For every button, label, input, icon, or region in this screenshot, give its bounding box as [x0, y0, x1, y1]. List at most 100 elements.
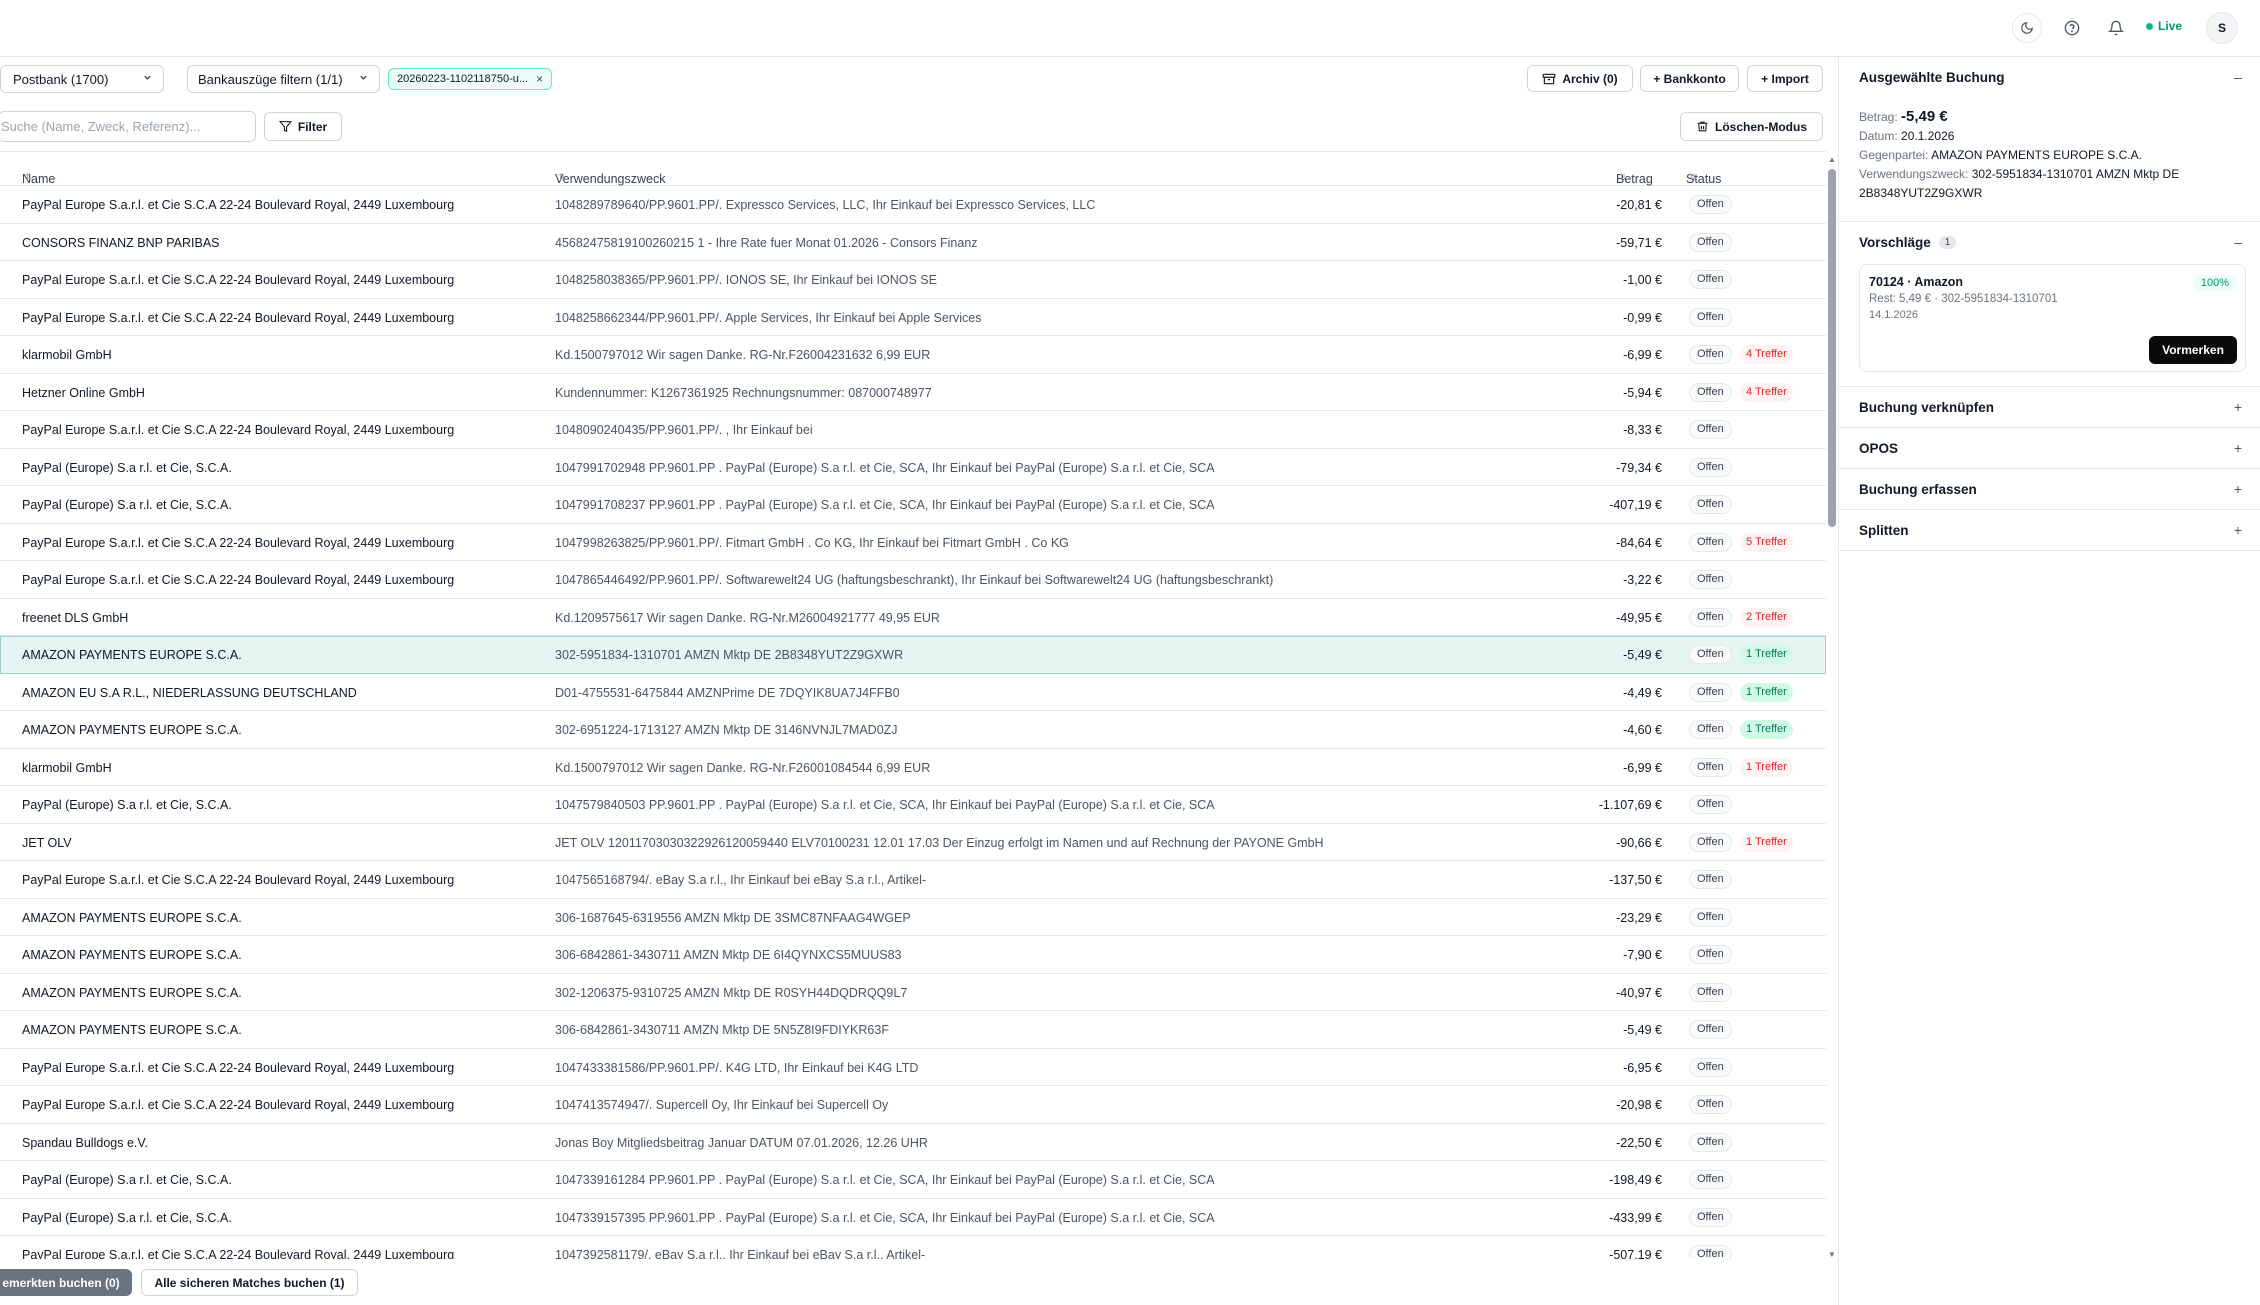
collapse-icon[interactable]: –	[2234, 234, 2242, 250]
moon-icon[interactable]	[2012, 13, 2042, 43]
table-row[interactable]: PayPal Europe S.a.r.l. et Cie S.C.A 22-2…	[0, 1049, 1826, 1086]
suggestions-count-badge: 1	[1938, 235, 1957, 249]
opos-title: OPOS	[1859, 440, 1899, 456]
table-row[interactable]: freenet DLS GmbH Kd.1209575617 Wir sagen …	[0, 599, 1826, 636]
suggestions-header[interactable]: Vorschläge 1 –	[1839, 222, 2260, 262]
table-row[interactable]: klarmobil GmbH Kd.1500797012 Wir sagen Da…	[0, 336, 1826, 374]
scrollbar-thumb[interactable]	[1828, 169, 1836, 527]
scroll-down-icon[interactable]: ▼	[1828, 1250, 1836, 1259]
table-row[interactable]: PayPal Europe S.a.r.l. et Cie S.C.A 22-2…	[0, 561, 1826, 599]
row-name: klarmobil GmbH	[22, 760, 112, 775]
table-row[interactable]: PayPal Europe S.a.r.l. et Cie S.C.A 22-2…	[0, 261, 1826, 299]
create-booking-header[interactable]: Buchung erfassen +	[1839, 469, 2260, 509]
row-name: AMAZON PAYMENTS EUROPE S.C.A.	[22, 948, 242, 962]
table-row[interactable]: PayPal Europe S.a.r.l. et Cie S.C.A 22-2…	[0, 524, 1826, 561]
table-row[interactable]: PayPal (Europe) S.a r.l. et Cie, S.C.A. 1…	[0, 786, 1826, 824]
table-row[interactable]: AMAZON EU S.A R.L., NIEDERLASSUNG DEUTSC…	[0, 674, 1826, 711]
match-count-badge[interactable]: 5 Treffer	[1740, 532, 1793, 552]
table-row[interactable]: PayPal Europe S.a.r.l. et Cie S.C.A 22-2…	[0, 411, 1826, 449]
bell-icon[interactable]	[2101, 13, 2131, 43]
row-amount: -59,71 €	[1616, 235, 1662, 250]
table-row[interactable]: Spandau Bulldogs e.V. Jonas Boy Mitglieds…	[0, 1124, 1826, 1161]
table-row[interactable]: PayPal Europe S.a.r.l. et Cie S.C.A 22-2…	[0, 1236, 1826, 1259]
table-row[interactable]: PayPal (Europe) S.a r.l. et Cie, S.C.A. 1…	[0, 486, 1826, 524]
selected-booking-header[interactable]: Ausgewählte Buchung –	[1839, 57, 2260, 97]
match-count-badge[interactable]: 4 Treffer	[1740, 382, 1793, 402]
archive-button[interactable]: Archiv (0)	[1527, 65, 1633, 92]
opos-section: OPOS +	[1839, 428, 2260, 469]
table-row[interactable]: AMAZON PAYMENTS EUROPE S.C.A. 302-6951224…	[0, 711, 1826, 749]
filter-button[interactable]: Filter	[264, 112, 342, 141]
status-badge: Offen	[1689, 232, 1732, 252]
statement-chip-label: 20260223-1102118750-u...	[397, 73, 529, 85]
top-bar: Live S	[0, 0, 2260, 57]
table-row[interactable]: JET OLV JET OLV 1201170303032292612005944…	[0, 824, 1826, 861]
table-row[interactable]: PayPal (Europe) S.a r.l. et Cie, S.C.A. 1…	[0, 1161, 1826, 1199]
expand-icon[interactable]: +	[2234, 440, 2242, 456]
row-amount: -49,95 €	[1616, 610, 1662, 625]
row-amount: -20,81 €	[1616, 198, 1662, 212]
collapse-icon[interactable]: –	[2234, 69, 2242, 85]
statement-filter-select[interactable]: Bankauszüge filtern (1/1)	[187, 65, 380, 93]
create-booking-title: Buchung erfassen	[1859, 481, 1977, 497]
expand-icon[interactable]: +	[2234, 522, 2242, 538]
status-badge: Offen	[1689, 982, 1732, 1002]
table-row[interactable]: PayPal Europe S.a.r.l. et Cie S.C.A 22-2…	[0, 1086, 1826, 1124]
selected-booking-details: Betrag: -5,49 € Datum: 20.1.2026 Gegenpa…	[1839, 97, 2260, 221]
match-count-badge[interactable]: 1 Treffer	[1740, 682, 1793, 702]
table-row[interactable]: AMAZON PAYMENTS EUROPE S.C.A. 306-6842861…	[0, 1011, 1826, 1049]
detail-sidebar: Ausgewählte Buchung – Betrag: -5,49 € Da…	[1838, 57, 2260, 1305]
opos-header[interactable]: OPOS +	[1839, 428, 2260, 468]
row-purpose: 1047392581179/. eBay S.a r.l., Ihr Einka…	[555, 1248, 926, 1259]
expand-icon[interactable]: +	[2234, 481, 2242, 497]
import-button[interactable]: + Import	[1747, 65, 1823, 92]
table-row[interactable]: AMAZON PAYMENTS EUROPE S.C.A. 302-1206375…	[0, 974, 1826, 1011]
match-count-badge[interactable]: 1 Treffer	[1740, 720, 1793, 739]
row-name: PayPal Europe S.a.r.l. et Cie S.C.A 22-2…	[22, 1248, 455, 1259]
table-row[interactable]: PayPal Europe S.a.r.l. et Cie S.C.A 22-2…	[0, 299, 1826, 336]
split-header[interactable]: Splitten +	[1839, 510, 2260, 550]
table-row[interactable]: PayPal Europe S.a.r.l. et Cie S.C.A 22-2…	[0, 186, 1826, 224]
status-badge: Offen	[1689, 607, 1732, 627]
date-row: Datum: 20.1.2026	[1859, 127, 2240, 146]
scroll-up-icon[interactable]: ▲	[1828, 155, 1836, 164]
delete-mode-button[interactable]: Löschen-Modus	[1680, 112, 1823, 141]
live-label: Live	[2158, 19, 2183, 33]
table-row[interactable]: AMAZON PAYMENTS EUROPE S.C.A. 302-5951834…	[0, 636, 1826, 674]
table-row[interactable]: CONSORS FINANZ BNP PARIBAS 45682475819100…	[0, 224, 1826, 261]
match-count-badge[interactable]: 4 Treffer	[1740, 345, 1793, 364]
book-marked-button[interactable]: emerkten buchen (0)	[0, 1269, 132, 1296]
close-icon[interactable]: ×	[536, 72, 543, 86]
status-badge: Offen	[1689, 645, 1732, 664]
match-count-badge[interactable]: 1 Treffer	[1740, 757, 1793, 777]
search-input[interactable]: Suche (Name, Zweck, Referenz)...	[0, 111, 256, 142]
help-icon[interactable]	[2057, 13, 2087, 43]
match-count-badge[interactable]: 1 Treffer	[1740, 645, 1793, 664]
table-row[interactable]: PayPal Europe S.a.r.l. et Cie S.C.A 22-2…	[0, 861, 1826, 899]
table-row[interactable]: PayPal (Europe) S.a r.l. et Cie, S.C.A. 1…	[0, 1199, 1826, 1236]
row-name: PayPal Europe S.a.r.l. et Cie S.C.A 22-2…	[22, 310, 455, 325]
avatar[interactable]: S	[2206, 12, 2238, 44]
row-name: AMAZON PAYMENTS EUROPE S.C.A.	[22, 1023, 242, 1037]
table-row[interactable]: AMAZON PAYMENTS EUROPE S.C.A. 306-1687645…	[0, 899, 1826, 936]
link-booking-title: Buchung verknüpfen	[1859, 399, 1995, 415]
add-bank-account-button[interactable]: + Bankkonto	[1640, 65, 1739, 92]
table-row[interactable]: AMAZON PAYMENTS EUROPE S.C.A. 306-6842861…	[0, 936, 1826, 974]
table-row[interactable]: Hetzner Online GmbH Kundennummer: K126736…	[0, 374, 1826, 411]
row-name: PayPal (Europe) S.a r.l. et Cie, S.C.A.	[22, 460, 232, 475]
link-booking-header[interactable]: Buchung verknüpfen +	[1839, 387, 2260, 427]
expand-icon[interactable]: +	[2234, 399, 2242, 415]
match-count-badge[interactable]: 2 Treffer	[1740, 607, 1793, 627]
row-amount: -79,34 €	[1616, 460, 1662, 475]
table-row[interactable]: klarmobil GmbH Kd.1500797012 Wir sagen Da…	[0, 749, 1826, 786]
table-row[interactable]: PayPal (Europe) S.a r.l. et Cie, S.C.A. 1…	[0, 449, 1826, 486]
scrollbar[interactable]: ▲ ▼	[1826, 155, 1838, 1259]
match-count-badge[interactable]: 1 Treffer	[1740, 832, 1793, 852]
suggestion-rest: Rest: 5,49 € · 302-5951834-1310701	[1869, 293, 2058, 305]
suggestion-card[interactable]: 70124 · Amazon Rest: 5,49 € · 302-595183…	[1859, 264, 2246, 372]
row-name: AMAZON PAYMENTS EUROPE S.C.A.	[22, 648, 242, 662]
row-amount: -5,49 €	[1623, 648, 1662, 662]
bank-select[interactable]: Postbank (1700)	[0, 65, 164, 93]
vormerken-button[interactable]: Vormerken	[2149, 336, 2237, 364]
book-all-safe-matches-button[interactable]: Alle sicheren Matches buchen (1)	[141, 1269, 358, 1296]
